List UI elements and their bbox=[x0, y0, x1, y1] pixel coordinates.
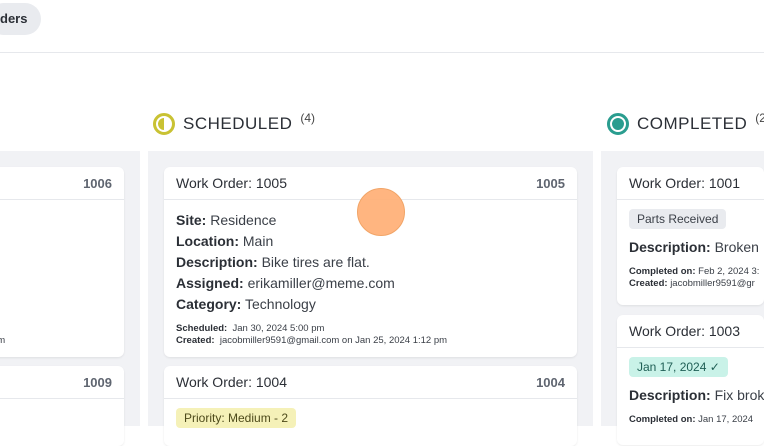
location-value: Main bbox=[242, 233, 274, 249]
status-badge: Parts Received bbox=[629, 209, 727, 229]
priority-badge: Priority: Medium - 2 bbox=[176, 408, 297, 428]
description-row: Description: Broken H bbox=[629, 237, 764, 258]
completed-status-icon bbox=[607, 113, 629, 135]
created-label: Created: bbox=[176, 335, 215, 346]
card-body: Jan 17, 2024 ✓ Description: Fix broke Co… bbox=[617, 348, 764, 436]
work-order-number: 1009 bbox=[83, 374, 112, 390]
site-value: Residence bbox=[210, 212, 277, 228]
work-order-number: 1004 bbox=[536, 374, 565, 390]
card-body: Parts Received Description: Broken H Com… bbox=[617, 200, 764, 300]
scheduled-status-icon bbox=[153, 113, 175, 135]
column-count: (2) bbox=[755, 111, 764, 125]
work-order-title: Work Order: 1004 bbox=[176, 374, 288, 390]
work-order-number: 1006 bbox=[83, 175, 112, 191]
column-header-completed: COMPLETED (2) bbox=[607, 111, 764, 135]
work-order-title: Work Order: 1005 bbox=[176, 175, 288, 191]
description-value: Fix broke bbox=[714, 387, 764, 403]
completed-row: Completed on: Jan 17, 2024 bbox=[629, 414, 754, 426]
work-order-number: 1005 bbox=[536, 175, 565, 191]
description-value: Bike tires are flat. bbox=[261, 254, 370, 270]
work-order-card-1009[interactable]: 1009 bbox=[0, 366, 124, 446]
card-meta: Completed on: Jan 17, 2024 bbox=[629, 414, 754, 426]
column-header-scheduled: SCHEDULED (4) bbox=[153, 111, 316, 135]
description-value: Broken H bbox=[714, 239, 764, 255]
scheduled-label: Scheduled: bbox=[176, 323, 228, 334]
created-row: Created: jacobmiller9591@gr bbox=[629, 278, 755, 290]
pointer-indicator bbox=[357, 188, 405, 236]
description-label: Description: bbox=[629, 239, 711, 255]
filter-pill-orders[interactable]: ders bbox=[0, 3, 42, 35]
site-label: Site: bbox=[176, 212, 207, 228]
created-value: jacobmiller9591@gr bbox=[670, 278, 755, 289]
work-order-title: Work Order: 1001 bbox=[629, 175, 741, 191]
column-title: COMPLETED bbox=[637, 114, 748, 133]
created-label: Created: bbox=[629, 278, 668, 289]
work-order-card-1006[interactable]: 1006 om bbox=[0, 167, 124, 357]
completed-value: Feb 2, 2024 3: bbox=[698, 266, 760, 277]
completed-label: Completed on: bbox=[629, 266, 696, 277]
card-meta: Completed on: Feb 2, 2024 3: Created: ja… bbox=[629, 266, 759, 290]
column-title: SCHEDULED bbox=[183, 114, 293, 133]
description-label: Description: bbox=[176, 254, 258, 270]
card-meta: Scheduled: Jan 30, 2024 5:00 pm Created:… bbox=[176, 323, 565, 347]
scheduled-value: Jan 30, 2024 5:00 pm bbox=[232, 323, 325, 334]
completed-value: Jan 17, 2024 bbox=[698, 414, 754, 425]
assigned-value: erikamiller@meme.com bbox=[247, 275, 395, 291]
category-row: Category: Technology bbox=[176, 294, 565, 315]
assigned-row: Assigned: erikamiller@meme.com bbox=[176, 273, 565, 294]
category-value: Technology bbox=[245, 296, 316, 312]
top-toolbar: ders bbox=[0, 0, 764, 53]
description-label: Description: bbox=[629, 387, 711, 403]
created-value: jacobmiller9591@gmail.com on Jan 25, 202… bbox=[219, 335, 448, 346]
card-meta-fragment: om bbox=[0, 335, 6, 346]
location-row: Location: Main bbox=[176, 231, 565, 252]
column-count: (4) bbox=[300, 111, 316, 125]
category-label: Category: bbox=[176, 296, 242, 312]
description-row: Description: Fix broke bbox=[629, 385, 764, 406]
description-row: Description: Bike tires are flat. bbox=[176, 252, 565, 273]
assigned-label: Assigned: bbox=[176, 275, 244, 291]
completed-row: Completed on: Feb 2, 2024 3: bbox=[629, 266, 759, 278]
work-order-card-1004[interactable]: Work Order: 1004 1004 Priority: Medium -… bbox=[164, 366, 577, 446]
scheduled-row: Scheduled: Jan 30, 2024 5:00 pm bbox=[176, 323, 565, 335]
completed-label: Completed on: bbox=[629, 414, 696, 425]
card-body: Priority: Medium - 2 bbox=[164, 399, 577, 438]
completed-date-badge: Jan 17, 2024 ✓ bbox=[629, 357, 728, 377]
location-label: Location: bbox=[176, 233, 239, 249]
created-row: Created: jacobmiller9591@gmail.com on Ja… bbox=[176, 335, 565, 347]
work-order-card-1001[interactable]: Work Order: 1001 Parts Received Descript… bbox=[617, 167, 764, 305]
work-order-title: Work Order: 1003 bbox=[629, 323, 741, 339]
